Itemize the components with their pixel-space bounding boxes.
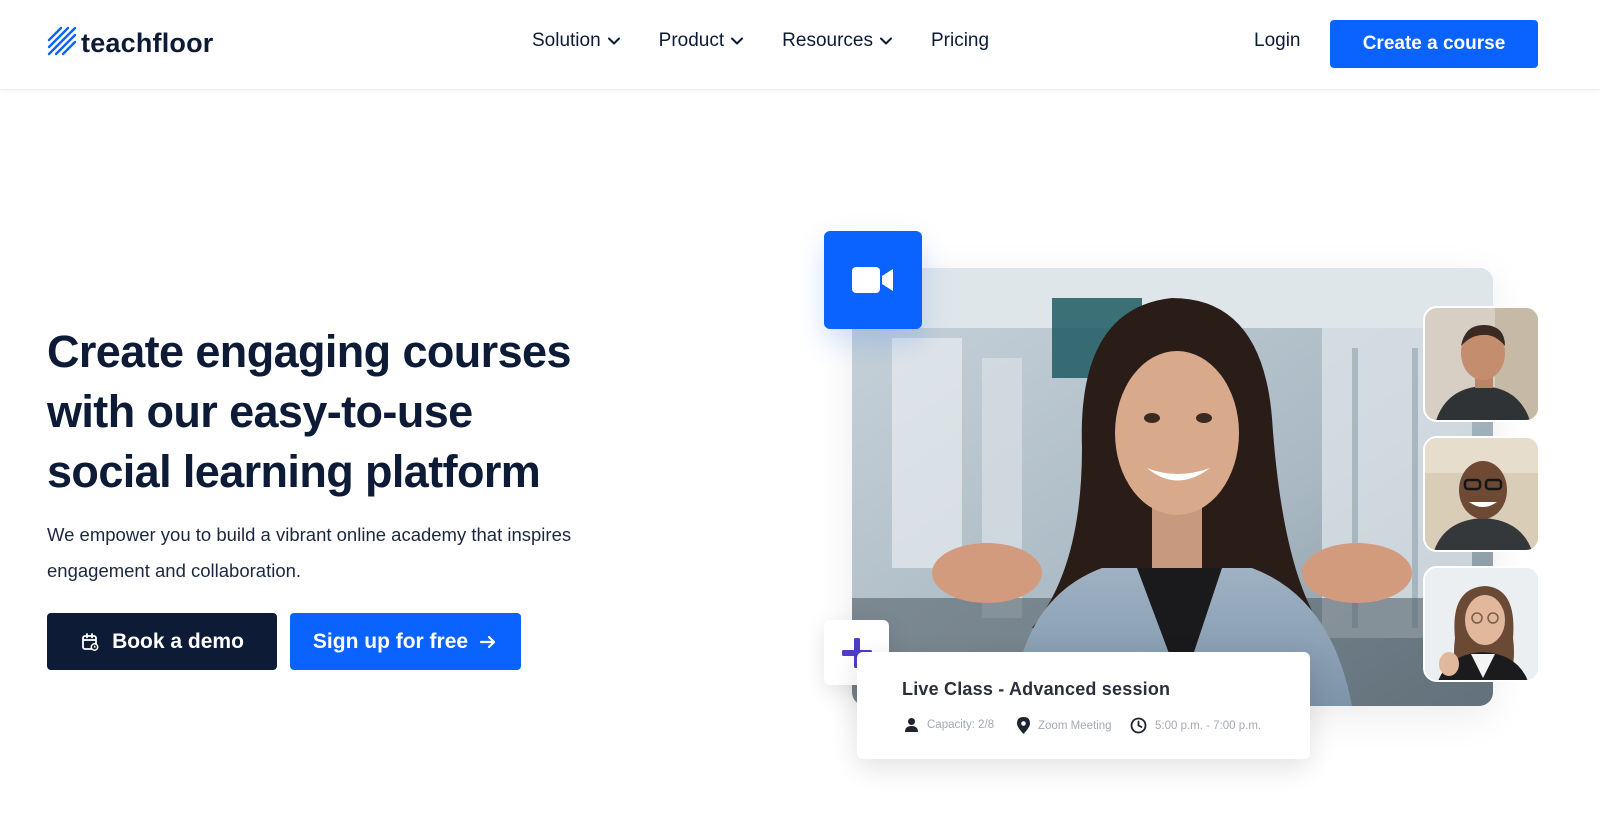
participant-thumbnail[interactable] <box>1423 436 1540 552</box>
participant-thumbnail[interactable] <box>1423 566 1540 682</box>
user-icon <box>905 718 918 732</box>
sign-up-free-button[interactable]: Sign up for free <box>290 613 521 670</box>
time-text: 5:00 p.m. - 7:00 p.m. <box>1155 719 1262 732</box>
book-demo-button[interactable]: Book a demo <box>47 613 277 670</box>
capacity-info: Capacity: 2/8 <box>904 717 994 732</box>
location-text: Zoom Meeting <box>1038 719 1112 732</box>
chevron-down-icon <box>607 37 620 45</box>
login-link[interactable]: Login <box>1254 30 1301 52</box>
brand-logo[interactable]: teachfloor <box>47 26 214 61</box>
calendar-icon <box>82 632 99 651</box>
location-info: Zoom Meeting <box>1017 717 1112 734</box>
chevron-down-icon <box>879 37 892 45</box>
map-pin-icon <box>1017 717 1030 734</box>
nav-item-pricing[interactable]: Pricing <box>931 30 989 52</box>
main-video-feed <box>852 268 1493 706</box>
nav-label: Resources <box>782 30 873 51</box>
participant-avatar-image <box>1425 308 1538 420</box>
site-header: teachfloor Solution Product Resources Pr… <box>0 0 1600 90</box>
hero-title-line: social learning platform <box>47 446 541 497</box>
sign-up-label: Sign up for free <box>312 629 469 653</box>
hero-subtitle: We empower you to build a vibrant online… <box>47 517 667 589</box>
arrow-right-icon <box>479 635 496 648</box>
logo-mark-icon <box>47 26 77 61</box>
time-info: 5:00 p.m. - 7:00 p.m. <box>1130 717 1261 734</box>
participant-avatar-image <box>1425 568 1538 680</box>
video-call-tile[interactable] <box>824 231 922 329</box>
hero-title: Create engaging courses with our easy-to… <box>47 322 687 502</box>
book-demo-label: Book a demo <box>112 629 244 653</box>
nav-label: Pricing <box>930 30 990 51</box>
clock-icon <box>1130 717 1147 734</box>
nav-item-resources[interactable]: Resources <box>782 30 893 52</box>
video-camera-icon <box>852 267 893 293</box>
live-class-card[interactable]: Live Class - Advanced session Capacity: … <box>857 652 1310 759</box>
participant-thumbnail[interactable] <box>1423 306 1540 422</box>
hero-title-line: with our easy-to-use <box>47 386 473 437</box>
instructor-video-image <box>852 268 1493 706</box>
nav-label: Solution <box>532 30 601 51</box>
hero-subtitle-line: We empower you to build a vibrant online… <box>47 524 572 545</box>
nav-item-solution[interactable]: Solution <box>532 30 621 52</box>
nav-item-product[interactable]: Product <box>659 30 744 52</box>
capacity-text: Capacity: 2/8 <box>927 718 995 731</box>
live-class-title: Live Class - Advanced session <box>902 679 1171 699</box>
chevron-down-icon <box>731 37 744 45</box>
participant-avatar-image <box>1425 438 1538 550</box>
main-nav: Solution Product Resources Pricing <box>532 30 989 52</box>
brand-name: teachfloor <box>81 28 214 58</box>
hero-subtitle-line: engagement and collaboration. <box>47 560 302 581</box>
create-course-button[interactable]: Create a course <box>1330 20 1538 68</box>
nav-label: Product <box>658 30 725 51</box>
hero-title-line: Create engaging courses <box>47 326 571 377</box>
